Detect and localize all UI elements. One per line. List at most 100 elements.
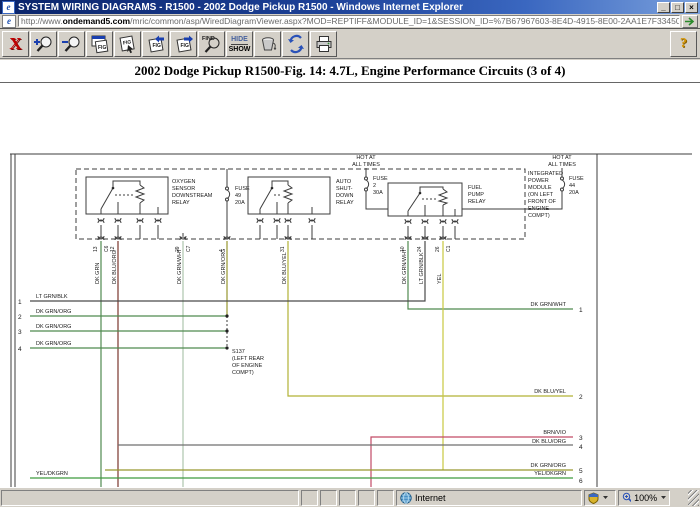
find-button[interactable]: FIND [198, 31, 225, 57]
status-bar: Internet 100% [0, 487, 700, 507]
restore-button[interactable]: □ [671, 2, 684, 13]
svg-text:44: 44 [569, 183, 575, 189]
svg-text:FUSE: FUSE [569, 176, 584, 182]
shield-dropdown-icon [602, 495, 609, 500]
internet-globe-icon [400, 492, 412, 504]
svg-text:HOT AT: HOT AT [356, 155, 376, 161]
svg-text:6: 6 [579, 478, 583, 485]
url-path: /mric/common/asp/WiredDiagramViewer.aspx… [130, 16, 680, 26]
help-button[interactable]: ? [670, 31, 697, 57]
shield-icon [588, 492, 599, 504]
svg-text:RELAY: RELAY [468, 199, 486, 205]
status-pane-4 [358, 490, 375, 506]
svg-text:DK BLU/ORG: DK BLU/ORG [112, 250, 118, 284]
go-button[interactable] [682, 15, 698, 28]
figure-hand-icon: FIG [118, 34, 138, 54]
svg-text:FIG: FIG [98, 45, 106, 51]
svg-text:DK GRN/WHT: DK GRN/WHT [531, 302, 567, 308]
status-pane-3 [339, 490, 356, 506]
svg-text:DK GRN: DK GRN [95, 263, 101, 284]
url-domain: ondemand5.com [63, 16, 131, 26]
svg-text:3: 3 [18, 329, 22, 336]
svg-text:LT GRN/BLK: LT GRN/BLK [36, 294, 68, 300]
next-figure-button[interactable]: FIG [170, 31, 197, 57]
address-input[interactable]: http://www.ondemand5.com/mric/common/asp… [18, 15, 680, 27]
close-button[interactable]: × [685, 2, 698, 13]
svg-text:DK GRN/ORG: DK GRN/ORG [36, 309, 71, 315]
highlight-button[interactable] [254, 31, 281, 57]
svg-text:C1: C1 [446, 245, 452, 252]
svg-text:YEL/DKGRN: YEL/DKGRN [534, 471, 566, 477]
hot-at-all-times-left: HOT AT ALL TIMES [352, 155, 380, 168]
refresh-button[interactable] [282, 31, 309, 57]
zoom-level-label: 100% [634, 493, 657, 503]
svg-text:2: 2 [373, 183, 376, 189]
svg-text:INTEGRATED: INTEGRATED [528, 171, 563, 177]
integrated-power-module-box: INTEGRATED POWER MODULE (ON LEFT FRONT O… [76, 169, 563, 239]
svg-text:13: 13 [93, 246, 99, 252]
svg-text:26: 26 [435, 246, 441, 252]
protected-mode-pane[interactable] [584, 490, 616, 506]
status-message-pane [1, 490, 299, 506]
page-icon: e [2, 15, 16, 28]
zoom-out-button[interactable] [58, 31, 85, 57]
svg-text:4: 4 [579, 444, 583, 451]
hide-label: HIDE [231, 36, 248, 45]
wire-dk-blu-yel [288, 241, 573, 396]
viewer-content: 2002 Dodge Pickup R1500-Fig. 14: 4.7L, E… [0, 60, 700, 487]
title-bar: e SYSTEM WIRING DIAGRAMS - R1500 - 2002 … [0, 0, 700, 14]
hot-at-all-times-right: HOT AT ALL TIMES [548, 155, 576, 168]
svg-text:5: 5 [579, 468, 583, 475]
wiring-diagram[interactable]: INTEGRATED POWER MODULE (ON LEFT FRONT O… [0, 147, 700, 487]
diagram-area: INTEGRATED POWER MODULE (ON LEFT FRONT O… [0, 147, 700, 492]
previous-figure-button[interactable]: FIG [142, 31, 169, 57]
status-pane-1 [301, 490, 318, 506]
paint-bucket-icon [258, 34, 278, 54]
close-viewer-button[interactable]: X [2, 31, 29, 57]
svg-text:3: 3 [579, 435, 583, 442]
left-wire-labels: 1 LT GRN/BLK 2 DK GRN/ORG 3 DK GRN/ORG 4… [18, 294, 71, 477]
vertical-wire-labels: DK GRN DK BLU/ORG DK GRN/WHT DK GRN/ORG … [95, 248, 443, 284]
connector-pin-labels: 13 C6 12 29 C7 4 31 10 24 26 C1 [93, 245, 452, 252]
svg-text:1: 1 [579, 307, 583, 314]
minimize-button[interactable]: _ [657, 2, 670, 13]
svg-text:FRONT OF: FRONT OF [528, 199, 557, 205]
svg-text:RELAY: RELAY [172, 200, 190, 206]
resize-grip[interactable] [688, 490, 699, 506]
print-button[interactable] [310, 31, 337, 57]
figure-select-button[interactable]: FIG [114, 31, 141, 57]
svg-text:ALL TIMES: ALL TIMES [548, 162, 576, 168]
splice-s137: S137 (LEFT REAR OF ENGINE COMPT) [232, 349, 264, 376]
zoom-dropdown-icon [660, 495, 666, 500]
svg-text:ALL TIMES: ALL TIMES [352, 162, 380, 168]
svg-text:BRN/VIO: BRN/VIO [543, 430, 566, 436]
zoom-level-pane[interactable]: 100% [618, 490, 670, 506]
viewer-toolbar: X FIG FIG FIG [0, 30, 700, 59]
svg-text:49: 49 [235, 193, 241, 199]
status-magnifier-icon [622, 492, 631, 503]
address-bar: e http://www.ondemand5.com/mric/common/a… [0, 14, 700, 29]
oxygen-sensor-downstream-relay: OXYGEN SENSOR DOWNSTREAM RELAY [86, 177, 213, 239]
svg-text:SENSOR: SENSOR [172, 186, 195, 192]
figure-window-icon: FIG [90, 34, 110, 54]
svg-text:OXYGEN: OXYGEN [172, 179, 196, 185]
svg-text:DK GRN/WHT: DK GRN/WHT [177, 248, 183, 284]
svg-text:MODULE: MODULE [528, 185, 552, 191]
svg-text:HOT AT: HOT AT [552, 155, 572, 161]
hide-show-button[interactable]: HIDE SHOW [226, 31, 253, 57]
svg-text:(ON LEFT: (ON LEFT [528, 192, 554, 198]
svg-text:20A: 20A [569, 190, 579, 196]
ie-app-icon: e [2, 1, 15, 14]
figure-title: 2002 Dodge Pickup R1500-Fig. 14: 4.7L, E… [0, 63, 700, 79]
svg-text:S137: S137 [232, 349, 245, 355]
zoom-in-button[interactable] [30, 31, 57, 57]
svg-text:AUTO: AUTO [336, 179, 352, 185]
help-icon: ? [680, 36, 687, 52]
svg-text:31: 31 [280, 246, 286, 252]
svg-text:DK GRN/ORG: DK GRN/ORG [36, 324, 71, 330]
svg-text:DK GRN/ORG: DK GRN/ORG [221, 249, 227, 284]
svg-text:DK GRN/ORG: DK GRN/ORG [531, 463, 566, 469]
figure-window-button[interactable]: FIG [86, 31, 113, 57]
security-zone-pane: Internet [396, 490, 582, 506]
svg-text:2: 2 [579, 394, 583, 401]
